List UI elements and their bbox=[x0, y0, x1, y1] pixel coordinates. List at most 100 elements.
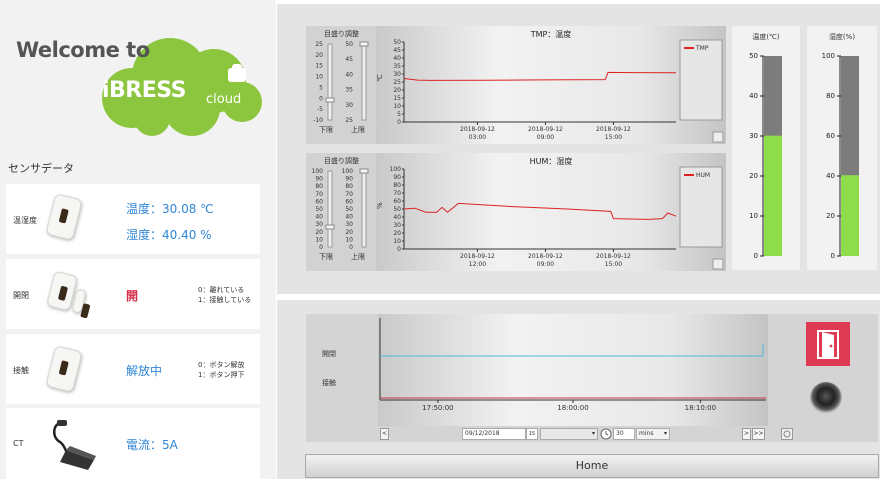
low-tick-label: 20 bbox=[315, 52, 323, 59]
chevron-down-icon: ▾ bbox=[663, 430, 667, 437]
slider-high-label: 上限 bbox=[351, 252, 365, 261]
low-slider-track bbox=[327, 170, 333, 248]
high-tick-label: 100 bbox=[342, 168, 354, 175]
low-tick-label: 5 bbox=[319, 84, 323, 91]
card-temp-humidity: 温湿度 温度：30.08 ℃ 湿度：40.40 % bbox=[6, 184, 260, 254]
tmp-scale-sliders[interactable]: 2520151050-5-10504540353025下限 上限 bbox=[306, 36, 376, 142]
chevron-down-icon: ▾ bbox=[591, 430, 595, 437]
gauge-tick-label: 60 bbox=[826, 132, 835, 140]
legend-label: TMP bbox=[695, 45, 709, 52]
high-slider-track bbox=[361, 170, 367, 248]
low-tick-label: 90 bbox=[315, 176, 323, 183]
sensor-sidebar: Welcome to iBRESS cloud センサデータ 温湿度 温度：30… bbox=[0, 0, 276, 479]
gauge-tick-label: 100 bbox=[822, 52, 835, 60]
hum-scale-sliders[interactable]: 1009080706050403020100100908070605040302… bbox=[306, 163, 376, 269]
y-tick-label: 50 bbox=[393, 206, 401, 213]
x-tick-date: 2018-09-12 bbox=[596, 253, 631, 260]
history-time-select[interactable]: ▾ bbox=[540, 428, 598, 440]
slider-low-label: 下限 bbox=[319, 125, 333, 134]
x-tick-date: 2018-09-12 bbox=[596, 126, 631, 133]
low-tick-label: 60 bbox=[315, 198, 323, 205]
x-tick-date: 2018-09-12 bbox=[528, 253, 563, 260]
open-close-value: 開 bbox=[126, 289, 139, 303]
hum-chart: HUM：湿度% 0 10 20 30 40 50 60 70 80 90 100 2018-09-12 1… bbox=[376, 153, 726, 271]
gauge-tick-label: 20 bbox=[749, 172, 758, 180]
calendar-icon[interactable]: 15 bbox=[526, 428, 538, 440]
high-slider-handle bbox=[359, 168, 369, 174]
low-tick-label: 40 bbox=[315, 214, 323, 221]
low-tick-label: 0 bbox=[319, 95, 323, 102]
slider-low-label: 下限 bbox=[319, 252, 333, 261]
contact-sensor-icon bbox=[45, 345, 83, 393]
y-tick-label: 60 bbox=[393, 198, 401, 205]
temperature-gauge: 温度(℃) 0 10 20 30 40 50 bbox=[732, 26, 800, 270]
y-tick-label: 30 bbox=[393, 222, 401, 229]
gauge-tick-label: 80 bbox=[826, 92, 835, 100]
history-last-button[interactable]: >> bbox=[752, 428, 765, 440]
low-tick-label: 100 bbox=[312, 168, 324, 175]
interval-unit-select[interactable]: mins ▾ bbox=[636, 428, 670, 440]
low-tick-label: 10 bbox=[315, 74, 323, 81]
low-tick-label: 25 bbox=[315, 41, 323, 48]
interval-input[interactable]: 30 bbox=[613, 428, 635, 440]
high-slider-handle bbox=[359, 41, 369, 47]
clock-icon[interactable] bbox=[600, 428, 612, 440]
history-date-input[interactable]: 09/12/2018 bbox=[462, 428, 526, 440]
low-tick-label: 80 bbox=[315, 183, 323, 190]
y-tick-label: 0 bbox=[397, 119, 401, 126]
x-tick-date: 2018-09-12 bbox=[460, 126, 495, 133]
x-tick-date: 2018-09-12 bbox=[460, 253, 495, 260]
gauge-tick-label: 30 bbox=[749, 132, 758, 140]
low-tick-label: 30 bbox=[315, 221, 323, 228]
open-close-note: 0：離れている 1：接触している bbox=[198, 286, 252, 304]
history-prev-button[interactable]: < bbox=[380, 428, 389, 440]
legend-box bbox=[679, 166, 723, 248]
y-tick-label: 100 bbox=[390, 166, 402, 173]
history-next-button[interactable]: > bbox=[742, 428, 751, 440]
ct-sensor-icon bbox=[53, 420, 96, 470]
card-label: 温湿度 bbox=[13, 216, 37, 225]
history-x-tick-label: 17:50:00 bbox=[422, 404, 453, 412]
gauge-tick-label: 40 bbox=[749, 92, 758, 100]
y-tick-label: 0 bbox=[397, 246, 401, 253]
high-slider-track bbox=[361, 43, 367, 121]
high-tick-label: 60 bbox=[345, 198, 353, 205]
contact-note: 0：ボタン解放 1：ボタン押下 bbox=[198, 361, 245, 379]
y-tick-label: 90 bbox=[393, 174, 401, 181]
legend-box bbox=[679, 39, 723, 121]
gauge-fill bbox=[841, 175, 859, 256]
low-tick-label: 70 bbox=[315, 191, 323, 198]
gauge-fill bbox=[764, 135, 782, 256]
refresh-icon[interactable] bbox=[781, 428, 793, 440]
high-tick-label: 40 bbox=[345, 71, 353, 78]
low-tick-label: 15 bbox=[315, 63, 323, 70]
y-tick-label: 35 bbox=[393, 63, 401, 70]
x-tick-time: 15:00 bbox=[605, 134, 622, 141]
gauge-tick-label: 20 bbox=[826, 212, 835, 220]
gauge-tick-label: 0 bbox=[754, 252, 758, 260]
x-tick-time: 09:00 bbox=[537, 134, 554, 141]
tmp-chart: TMP：温度 ℃ 0 5 10 15 20 25 30 35 40 45 50 2018-09-12 03:… bbox=[376, 26, 726, 144]
welcome-text: Welcome to bbox=[16, 38, 150, 62]
card-label: 接触 bbox=[13, 366, 29, 375]
x-tick-time: 15:00 bbox=[605, 261, 622, 268]
y-tick-label: 25 bbox=[393, 79, 401, 86]
high-tick-label: 35 bbox=[345, 87, 353, 94]
series-line bbox=[403, 71, 677, 81]
gauge-tick-label: 40 bbox=[826, 172, 835, 180]
high-tick-label: 10 bbox=[345, 236, 353, 243]
y-tick-label: 20 bbox=[393, 230, 401, 237]
high-tick-label: 70 bbox=[345, 191, 353, 198]
high-tick-label: 20 bbox=[345, 229, 353, 236]
history-row-open-close: 開閉 bbox=[322, 350, 336, 358]
slider-high-label: 上限 bbox=[351, 125, 365, 134]
card-label: CT bbox=[13, 439, 24, 448]
push-button-icon bbox=[810, 382, 842, 414]
history-chart: 開閉押下解放17:50:0018:00:0018:10:00 bbox=[359, 314, 768, 426]
home-button[interactable]: Home bbox=[305, 454, 879, 478]
high-tick-label: 80 bbox=[345, 183, 353, 190]
y-tick-label: 45 bbox=[393, 47, 401, 54]
sensor-section-title: センサデータ bbox=[8, 162, 74, 175]
x-tick-time: 09:00 bbox=[537, 261, 554, 268]
y-tick-label: 20 bbox=[393, 87, 401, 94]
